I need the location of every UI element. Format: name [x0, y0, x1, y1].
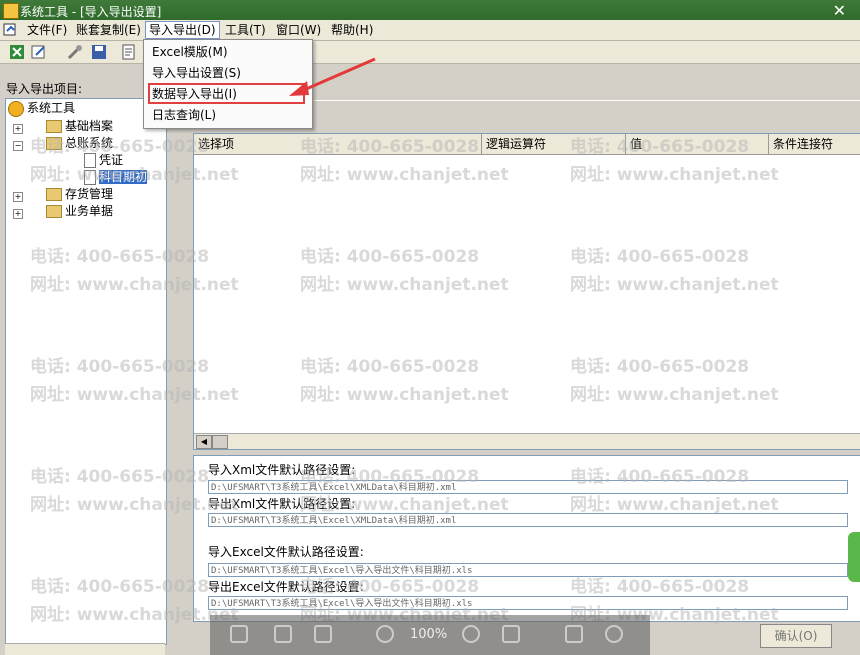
- tree-item-business-docs[interactable]: 业务单据: [46, 203, 113, 220]
- tree-root[interactable]: 系统工具: [8, 100, 75, 117]
- export-excel-label: 导出Excel文件默认路径设置:: [208, 580, 364, 594]
- tree-item-general-ledger[interactable]: 总账系统: [46, 135, 113, 152]
- save-icon[interactable]: [230, 625, 248, 643]
- menu-import-export[interactable]: 导入导出(D): [145, 21, 220, 39]
- col-logic-operator[interactable]: 逻辑运算符: [482, 134, 626, 154]
- ok-button[interactable]: 确认(O): [760, 624, 832, 648]
- annotation-arrow-icon: [289, 57, 376, 96]
- import-excel-path-input[interactable]: D:\UFSMART\T3系统工具\Excel\导入导出文件\科目期初.xls: [208, 563, 848, 577]
- share-icon[interactable]: [314, 625, 332, 643]
- tree-item-voucher[interactable]: 凭证: [84, 152, 123, 169]
- scroll-thumb[interactable]: [212, 435, 228, 449]
- expand-icon[interactable]: +: [13, 124, 23, 134]
- col-select-item[interactable]: 选择项: [194, 134, 482, 154]
- report-icon[interactable]: [120, 43, 138, 61]
- export-excel-path-input[interactable]: D:\UFSMART\T3系统工具\Excel\导入导出文件\科目期初.xls: [208, 596, 848, 610]
- project-tree: 系统工具 + 基础档案 − 总账系统 凭证 科目期初 + 存货管理 + 业务单据: [5, 98, 167, 645]
- col-condition-connector[interactable]: 条件连接符: [769, 134, 860, 154]
- export-xml-label: 导出Xml文件默认路径设置:: [208, 497, 356, 511]
- grid-header: 选择项 逻辑运算符 值 条件连接符: [194, 134, 860, 155]
- tool-icon[interactable]: [66, 43, 84, 61]
- import-xml-label: 导入Xml文件默认路径设置:: [208, 463, 356, 477]
- path-settings-panel: 导入Xml文件默认路径设置: D:\UFSMART\T3系统工具\Excel\X…: [193, 455, 860, 622]
- rotate-icon[interactable]: [605, 625, 623, 643]
- folder-icon: [46, 205, 62, 218]
- fit-icon[interactable]: [502, 625, 520, 643]
- expand-icon[interactable]: +: [13, 209, 23, 219]
- menu-tools[interactable]: 工具(T): [222, 22, 269, 38]
- tree-root-label: 系统工具: [27, 101, 76, 115]
- tree-item-inventory[interactable]: 存货管理: [46, 186, 113, 203]
- copy-icon[interactable]: [274, 625, 292, 643]
- toolbar: [0, 41, 860, 64]
- collapse-icon[interactable]: −: [13, 141, 23, 151]
- export-xml-path-input[interactable]: D:\UFSMART\T3系统工具\Excel\XMLData\科目期初.xml: [208, 513, 848, 527]
- title-bar: 系统工具 - [导入导出设置] ✕: [0, 0, 860, 20]
- grid-horizontal-scrollbar[interactable]: ◀: [194, 433, 860, 449]
- close-icon[interactable]: ✕: [833, 1, 846, 20]
- gear-icon: [8, 100, 24, 117]
- zoom-out-icon[interactable]: [376, 625, 394, 643]
- menu-window[interactable]: 窗口(W): [273, 22, 324, 38]
- tree-item-basic-archive[interactable]: 基础档案: [46, 118, 113, 135]
- folder-icon: [46, 137, 62, 150]
- highlight-box: [148, 83, 305, 104]
- menu-help[interactable]: 帮助(H): [328, 22, 376, 38]
- image-viewer-toolbar: 100%: [210, 615, 650, 655]
- document-icon: [84, 153, 96, 168]
- save-icon[interactable]: [90, 43, 108, 61]
- tree-horizontal-scrollbar[interactable]: [5, 643, 165, 655]
- menu-log-query[interactable]: 日志查询(L): [152, 106, 216, 124]
- scroll-left-icon[interactable]: ◀: [196, 435, 212, 449]
- tree-item-opening-balance[interactable]: 科目期初: [84, 169, 148, 186]
- menu-bar: 文件(F) 账套复制(E) 导入导出(D) 工具(T) 窗口(W) 帮助(H): [0, 20, 860, 41]
- col-value[interactable]: 值: [626, 134, 769, 154]
- menu-file[interactable]: 文件(F): [24, 22, 70, 38]
- edit-icon[interactable]: [30, 43, 48, 61]
- window-title: 系统工具 - [导入导出设置]: [20, 5, 162, 19]
- import-excel-label: 导入Excel文件默认路径设置:: [208, 545, 364, 559]
- menu-account-copy[interactable]: 账套复制(E): [73, 22, 144, 38]
- menu-excel-template[interactable]: Excel模版(M): [152, 43, 228, 61]
- crop-icon[interactable]: [565, 625, 583, 643]
- zoom-in-icon[interactable]: [462, 625, 480, 643]
- expand-icon[interactable]: +: [13, 192, 23, 202]
- excel-icon[interactable]: [8, 43, 26, 61]
- zoom-level: 100%: [410, 627, 448, 642]
- app-menu-icon[interactable]: [3, 22, 18, 37]
- import-xml-path-input[interactable]: D:\UFSMART\T3系统工具\Excel\XMLData\科目期初.xml: [208, 480, 848, 494]
- app-icon: [3, 3, 19, 19]
- folder-icon: [46, 188, 62, 201]
- project-label: 导入导出项目:: [6, 82, 83, 96]
- menu-import-export-settings[interactable]: 导入导出设置(S): [152, 64, 241, 82]
- side-tab[interactable]: [848, 532, 860, 582]
- document-icon: [84, 170, 96, 185]
- folder-icon: [46, 120, 62, 133]
- condition-grid: 选择项 逻辑运算符 值 条件连接符 ◀: [193, 133, 860, 450]
